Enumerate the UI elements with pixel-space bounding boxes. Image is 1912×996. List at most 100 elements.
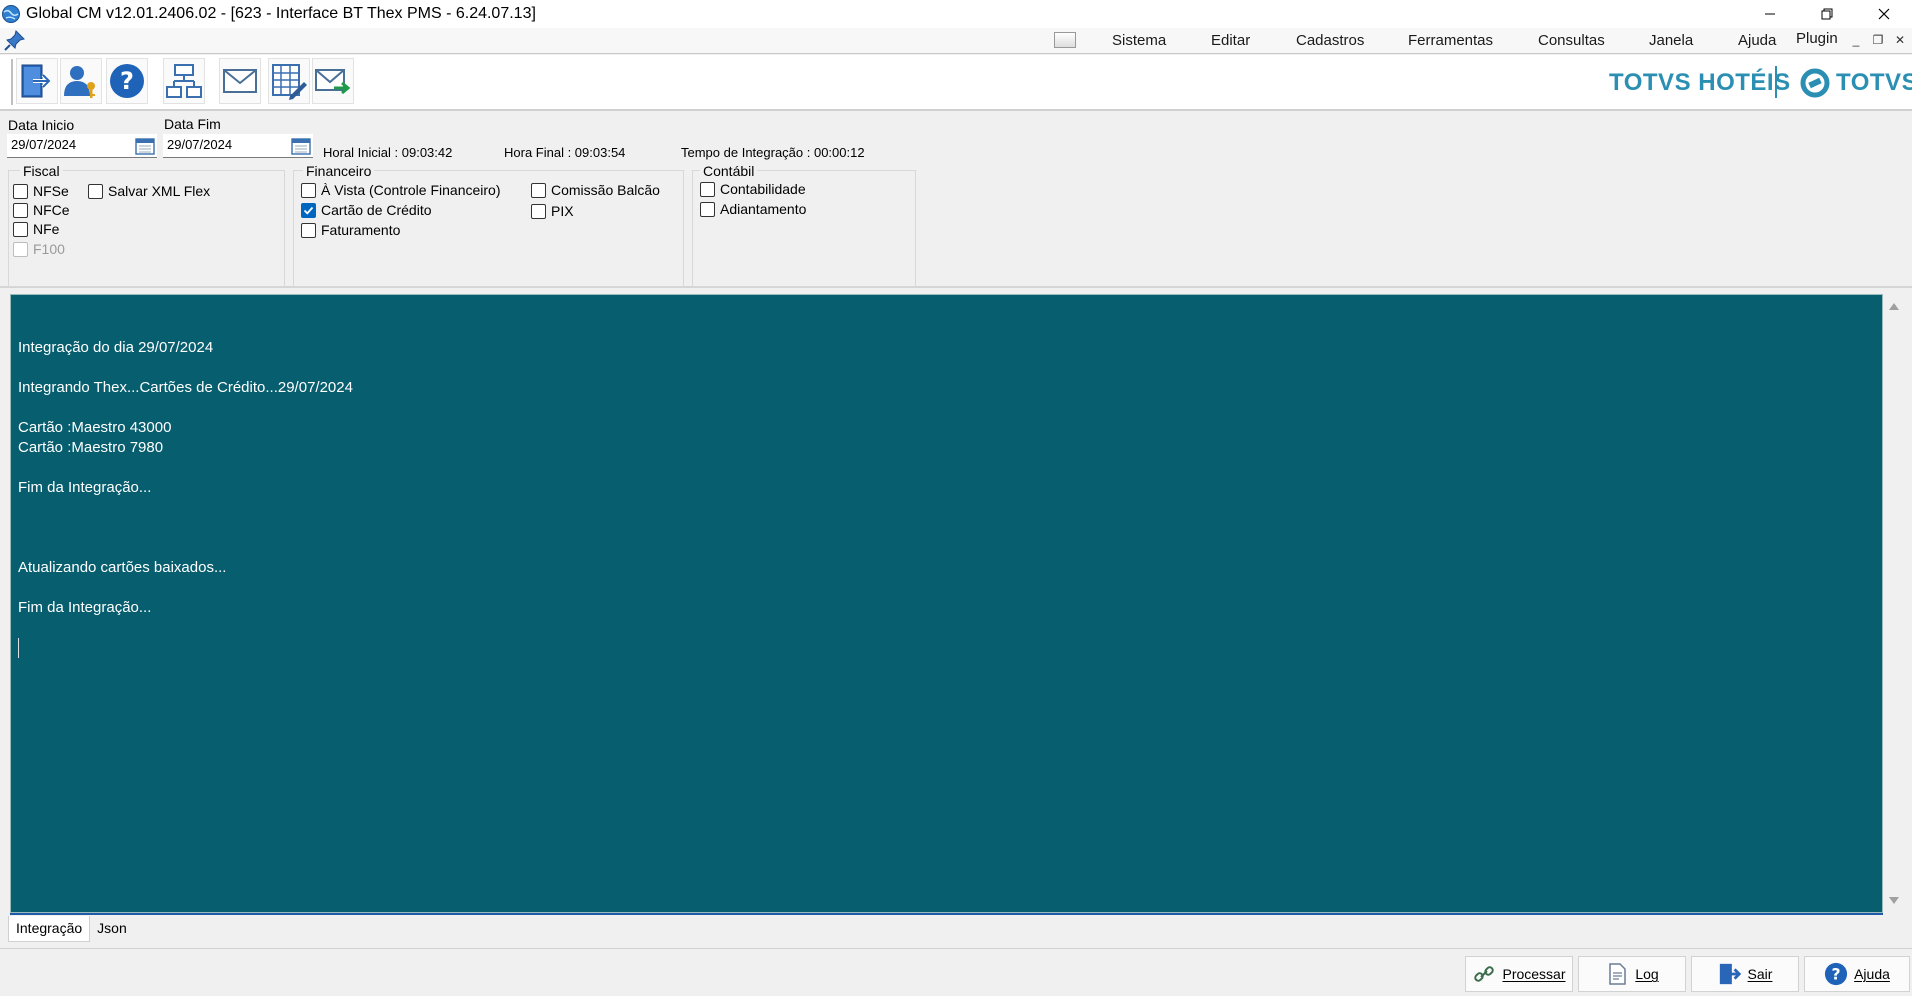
contabilidade-checkbox[interactable]: Contabilidade — [700, 181, 806, 197]
faturamento-checkbox[interactable]: Faturamento — [301, 222, 400, 238]
checkbox-box — [531, 182, 546, 198]
ajuda-button[interactable]: ? Ajuda — [1804, 956, 1910, 992]
nfce-label: NFCe — [33, 202, 70, 218]
menu-ferramentas[interactable]: Ferramentas — [1402, 30, 1499, 51]
exit-button[interactable] — [16, 58, 58, 104]
spreadsheet-edit-button[interactable] — [268, 58, 310, 104]
nfce-checkbox[interactable]: NFCe — [13, 202, 70, 218]
financeiro-group: Financeiro À Vista (Controle Financeiro)… — [293, 163, 684, 287]
log-line: Atualizando cartões baixados... — [18, 559, 227, 576]
close-icon — [1878, 8, 1889, 20]
menu-cadastros[interactable]: Cadastros — [1290, 30, 1370, 51]
pin-icon[interactable] — [4, 29, 26, 51]
comissao-balcao-checkbox[interactable]: Comissão Balcão — [531, 182, 660, 198]
nfe-checkbox[interactable]: NFe — [13, 221, 59, 237]
mdi-close-icon[interactable]: ✕ — [1892, 32, 1908, 48]
financeiro-group-title: Financeiro — [303, 163, 375, 179]
scroll-down-arrow-icon[interactable] — [1889, 897, 1899, 904]
mdi-minimized-window[interactable] — [1054, 32, 1076, 48]
contabil-group: Contábil Contabilidade Adiantamento — [692, 163, 916, 287]
mail-send-button[interactable] — [312, 58, 354, 104]
tempo-integracao-label: Tempo de Integração : 00:00:12 — [681, 145, 865, 160]
tab-json[interactable]: Json — [90, 916, 134, 942]
brand-divider — [1775, 66, 1777, 98]
adiantamento-label: Adiantamento — [720, 201, 807, 217]
checkbox-box — [301, 222, 316, 238]
salvar-xml-checkbox[interactable]: Salvar XML Flex — [88, 183, 210, 199]
salvar-xml-label: Salvar XML Flex — [108, 183, 211, 199]
spreadsheet-edit-icon — [272, 64, 307, 100]
checkbox-box — [88, 183, 103, 199]
log-scrollbar[interactable] — [1883, 294, 1905, 913]
exit-icon — [1718, 962, 1742, 986]
integration-log[interactable]: Integração do dia 29/07/2024 Integrando … — [10, 294, 1883, 913]
minimize-button[interactable] — [1741, 0, 1798, 28]
check-icon — [303, 206, 314, 215]
log-button[interactable]: Log — [1578, 956, 1686, 992]
a-vista-label: À Vista (Controle Financeiro) — [321, 182, 501, 198]
checkbox-box — [13, 202, 28, 218]
checkbox-box — [700, 181, 715, 197]
network-icon — [166, 64, 202, 98]
link-process-icon — [1472, 962, 1496, 986]
scroll-up-arrow-icon[interactable] — [1889, 303, 1899, 310]
cartao-credito-label: Cartão de Crédito — [321, 202, 432, 218]
log-line: Integração do dia 29/07/2024 — [18, 339, 214, 356]
mdi-minimize-icon[interactable]: _ — [1848, 32, 1864, 48]
menu-consultas[interactable]: Consultas — [1532, 30, 1611, 51]
menu-editar[interactable]: Editar — [1205, 30, 1256, 51]
a-vista-checkbox[interactable]: À Vista (Controle Financeiro) — [301, 182, 500, 198]
checkbox-box — [301, 182, 316, 198]
menu-ajuda[interactable]: Ajuda — [1732, 30, 1782, 51]
hora-final-label: Hora Final : 09:03:54 — [504, 145, 626, 160]
restore-icon — [1821, 8, 1832, 20]
toolbar: ? TOTVS HOTÉIS TOTVS — [0, 55, 1912, 111]
title-bar: Global CM v12.01.2406.02 - [623 - Interf… — [0, 0, 1912, 28]
window-title: Global CM v12.01.2406.02 - [623 - Interf… — [26, 5, 536, 22]
brand-totvs-logo: TOTVS — [1800, 63, 1912, 103]
pix-checkbox[interactable]: PIX — [531, 203, 574, 219]
sair-label: Sair — [1747, 966, 1773, 982]
tab-integracao[interactable]: Integração — [8, 916, 91, 942]
log-line: Integrando Thex...Cartões de Crédito...2… — [18, 379, 353, 396]
checkbox-box — [700, 201, 715, 217]
brand-totvs-hoteis: TOTVS HOTÉIS — [1609, 69, 1791, 96]
help-icon: ? — [110, 64, 144, 98]
processar-button[interactable]: Processar — [1465, 956, 1573, 992]
svg-text:?: ? — [120, 67, 134, 95]
network-button[interactable] — [163, 58, 205, 104]
menu-janela[interactable]: Janela — [1643, 30, 1699, 51]
mail-button[interactable] — [219, 58, 261, 104]
help-button[interactable]: ? — [106, 58, 148, 104]
calendar-icon[interactable] — [291, 137, 311, 155]
filter-panel: Data Inicio 29/07/2024 Data Fim 29/07/20… — [0, 113, 1912, 288]
brand-totvs-text: TOTVS — [1836, 69, 1912, 96]
log-label: Log — [1635, 966, 1659, 982]
log-line: Cartão :Maestro 7980 — [18, 439, 164, 456]
calendar-icon[interactable] — [135, 137, 155, 155]
window-controls — [1741, 0, 1912, 28]
menu-plugin[interactable]: Plugin — [1790, 28, 1844, 49]
close-button[interactable] — [1855, 0, 1912, 28]
main-window: Global CM v12.01.2406.02 - [623 - Interf… — [0, 0, 1912, 996]
pix-label: PIX — [551, 203, 574, 219]
cartao-credito-checkbox[interactable]: Cartão de Crédito — [301, 202, 432, 218]
sair-button[interactable]: Sair — [1691, 956, 1799, 992]
mdi-restore-icon[interactable]: ❐ — [1870, 32, 1886, 48]
menu-sistema[interactable]: Sistema — [1106, 30, 1172, 51]
nfse-checkbox[interactable]: NFSe — [13, 183, 69, 199]
fiscal-group-title: Fiscal — [20, 163, 63, 179]
contabil-group-title: Contábil — [700, 163, 758, 179]
comissao-balcao-label: Comissão Balcão — [551, 182, 660, 198]
toolbar-separator — [11, 59, 13, 105]
log-border — [10, 913, 1883, 915]
user-key-button[interactable] — [60, 58, 102, 104]
restore-button[interactable] — [1798, 0, 1855, 28]
faturamento-label: Faturamento — [321, 222, 401, 238]
exit-icon — [21, 64, 52, 98]
ajuda-label: Ajuda — [1854, 966, 1890, 982]
f100-label: F100 — [33, 241, 65, 257]
data-inicio-label: Data Inicio — [8, 117, 75, 133]
minimize-icon — [1764, 13, 1775, 15]
adiantamento-checkbox[interactable]: Adiantamento — [700, 201, 806, 217]
